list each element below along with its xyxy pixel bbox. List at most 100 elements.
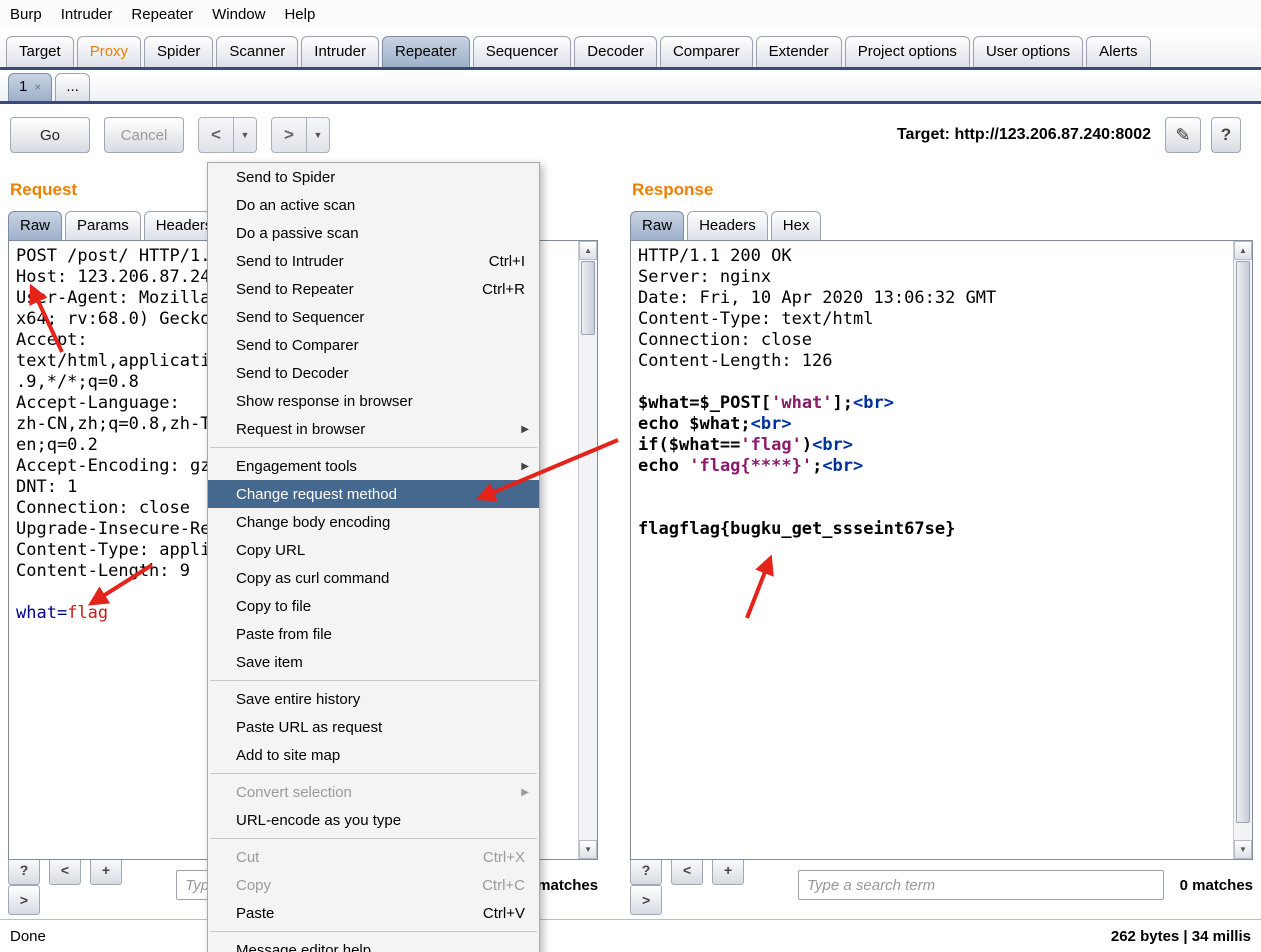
menu-item-send-to-comparer[interactable]: Send to Comparer (208, 331, 539, 359)
menu-item-do-a-passive-scan[interactable]: Do a passive scan (208, 219, 539, 247)
response-tab-bar: Raw Headers Hex (630, 208, 1253, 240)
main-tab-proxy[interactable]: Proxy (76, 36, 142, 67)
menubar-item-intruder[interactable]: Intruder (61, 6, 113, 23)
request-tab-raw[interactable]: Raw (8, 211, 63, 240)
menubar-item-repeater[interactable]: Repeater (131, 6, 193, 23)
repeater-tab-1[interactable]: 1 × (8, 73, 53, 101)
menu-item-copy-as-curl-command[interactable]: Copy as curl command (208, 564, 539, 592)
scroll-down-icon[interactable]: ▼ (1234, 840, 1252, 859)
scroll-down-icon[interactable]: ▼ (579, 840, 598, 859)
code-line: flagflag{bugku_get_ssseint67se} (638, 519, 956, 539)
main-tab-repeater[interactable]: Repeater (381, 36, 470, 67)
search-next-button[interactable]: > (8, 885, 40, 915)
menubar-item-help[interactable]: Help (284, 6, 315, 23)
menu-item-copy-to-file[interactable]: Copy to file (208, 592, 539, 620)
menubar-item-burp[interactable]: Burp (10, 6, 42, 23)
repeater-tab-item[interactable]: ... (55, 73, 90, 101)
menu-item-send-to-decoder[interactable]: Send to Decoder (208, 359, 539, 387)
menu-item-label: Send to Decoder (236, 364, 349, 382)
menu-item-label: Send to Spider (236, 168, 336, 186)
menu-item-label: Change request method (236, 485, 397, 503)
previous-request-button[interactable]: < ▼ (198, 117, 257, 153)
scroll-up-icon[interactable]: ▲ (579, 241, 598, 260)
menu-item-send-to-spider[interactable]: Send to Spider (208, 163, 539, 191)
main-tab-sequencer[interactable]: Sequencer (472, 36, 572, 67)
main-tab-user-options[interactable]: User options (972, 36, 1084, 67)
menu-item-label: URL-encode as you type (236, 811, 402, 829)
submenu-arrow-icon: ▶ (521, 423, 529, 435)
menu-item-label: Send to Sequencer (236, 308, 365, 326)
menu-item-label: Engagement tools (236, 457, 357, 475)
main-tab-project-options[interactable]: Project options (844, 36, 970, 67)
menu-item-send-to-sequencer[interactable]: Send to Sequencer (208, 303, 539, 331)
code-line: Connection: close (638, 330, 813, 350)
menu-item-label: Paste (236, 904, 275, 922)
response-scrollbar[interactable]: ▲ ▼ (1233, 241, 1252, 859)
menu-item-paste-from-file[interactable]: Paste from file (208, 620, 539, 648)
menu-item-label: Send to Comparer (236, 336, 359, 354)
scrollbar-thumb[interactable] (581, 261, 596, 335)
menu-item-message-editor-help[interactable]: Message editor help (208, 936, 539, 952)
main-tab-extender[interactable]: Extender (755, 36, 842, 67)
menu-item-show-response-in-browser[interactable]: Show response in browser (208, 387, 539, 415)
menubar-item-window[interactable]: Window (212, 6, 265, 23)
menu-item-change-body-encoding[interactable]: Change body encoding (208, 508, 539, 536)
response-text[interactable]: HTTP/1.1 200 OK Server: nginx Date: Fri, 1… (638, 246, 1230, 855)
menu-item-add-to-site-map[interactable]: Add to site map (208, 741, 539, 769)
request-scrollbar[interactable]: ▲ ▼ (578, 241, 598, 859)
menu-item-save-entire-history[interactable]: Save entire history (208, 685, 539, 713)
code-line: Content-Type: text/html (638, 309, 874, 329)
go-button[interactable]: Go (10, 117, 90, 153)
scroll-up-icon[interactable]: ▲ (1234, 241, 1252, 260)
code-line: $what=$_POST['what'];<br> (638, 393, 894, 413)
previous-arrow-icon[interactable]: < (199, 118, 233, 152)
next-request-button[interactable]: > ▼ (271, 117, 330, 153)
response-tab-headers[interactable]: Headers (687, 211, 768, 240)
repeater-tab-label: 1 (19, 78, 28, 95)
main-tab-intruder[interactable]: Intruder (301, 36, 379, 67)
menubar: Burp Intruder Repeater Window Help (0, 0, 1261, 28)
menu-item-save-item[interactable]: Save item (208, 648, 539, 676)
menu-item-label: Copy as curl command (236, 569, 390, 587)
menu-separator (210, 838, 537, 839)
menu-item-copy-url[interactable]: Copy URL (208, 536, 539, 564)
search-next-button[interactable]: > (630, 885, 663, 915)
close-icon[interactable]: × (34, 81, 41, 93)
menu-item-paste[interactable]: Paste Ctrl+V (208, 899, 539, 927)
dropdown-arrow-icon[interactable]: ▼ (233, 118, 256, 152)
main-tab-target[interactable]: Target (6, 36, 74, 67)
code-line: Date: Fri, 10 Apr 2020 13:06:32 GMT (638, 288, 997, 308)
repeater-tab-label: ... (66, 78, 79, 95)
menu-item-change-request-method[interactable]: Change request method (208, 480, 539, 508)
main-tab-decoder[interactable]: Decoder (574, 36, 657, 67)
menu-item-engagement-tools[interactable]: Engagement tools ▶ (208, 452, 539, 480)
menu-item-request-in-browser[interactable]: Request in browser ▶ (208, 415, 539, 443)
help-button[interactable]: ? (1211, 117, 1241, 153)
menu-item-label: Save entire history (236, 690, 361, 708)
response-search-bar: ?<+> 0 matches (630, 855, 1253, 915)
dropdown-arrow-icon[interactable]: ▼ (306, 118, 329, 152)
response-tab-raw[interactable]: Raw (630, 211, 685, 240)
response-tab-hex[interactable]: Hex (770, 211, 822, 240)
main-tab-spider[interactable]: Spider (144, 36, 214, 67)
menu-item-send-to-repeater[interactable]: Send to Repeater Ctrl+R (208, 275, 539, 303)
scrollbar-thumb[interactable] (1236, 261, 1250, 823)
main-tab-scanner[interactable]: Scanner (216, 36, 299, 67)
edit-target-button[interactable]: ✎ (1165, 117, 1201, 153)
menu-item-label: Send to Intruder (236, 252, 344, 270)
menu-item-url-encode-as-you-type[interactable]: URL-encode as you type (208, 806, 539, 834)
search-input[interactable] (798, 870, 1164, 900)
main-tab-comparer[interactable]: Comparer (659, 36, 753, 67)
next-arrow-icon[interactable]: > (272, 118, 306, 152)
cancel-button[interactable]: Cancel (104, 117, 184, 153)
menu-item-paste-url-as-request[interactable]: Paste URL as request (208, 713, 539, 741)
question-icon: ? (1220, 125, 1232, 144)
request-tab-params[interactable]: Params (65, 211, 141, 240)
menu-item-do-an-active-scan[interactable]: Do an active scan (208, 191, 539, 219)
code-line: echo $what;<br> (638, 414, 792, 434)
main-tab-alerts[interactable]: Alerts (1086, 36, 1151, 67)
menu-item-send-to-intruder[interactable]: Send to Intruder Ctrl+I (208, 247, 539, 275)
response-editor[interactable]: HTTP/1.1 200 OK Server: nginx Date: Fri, 1… (630, 240, 1253, 860)
menu-separator (210, 447, 537, 448)
